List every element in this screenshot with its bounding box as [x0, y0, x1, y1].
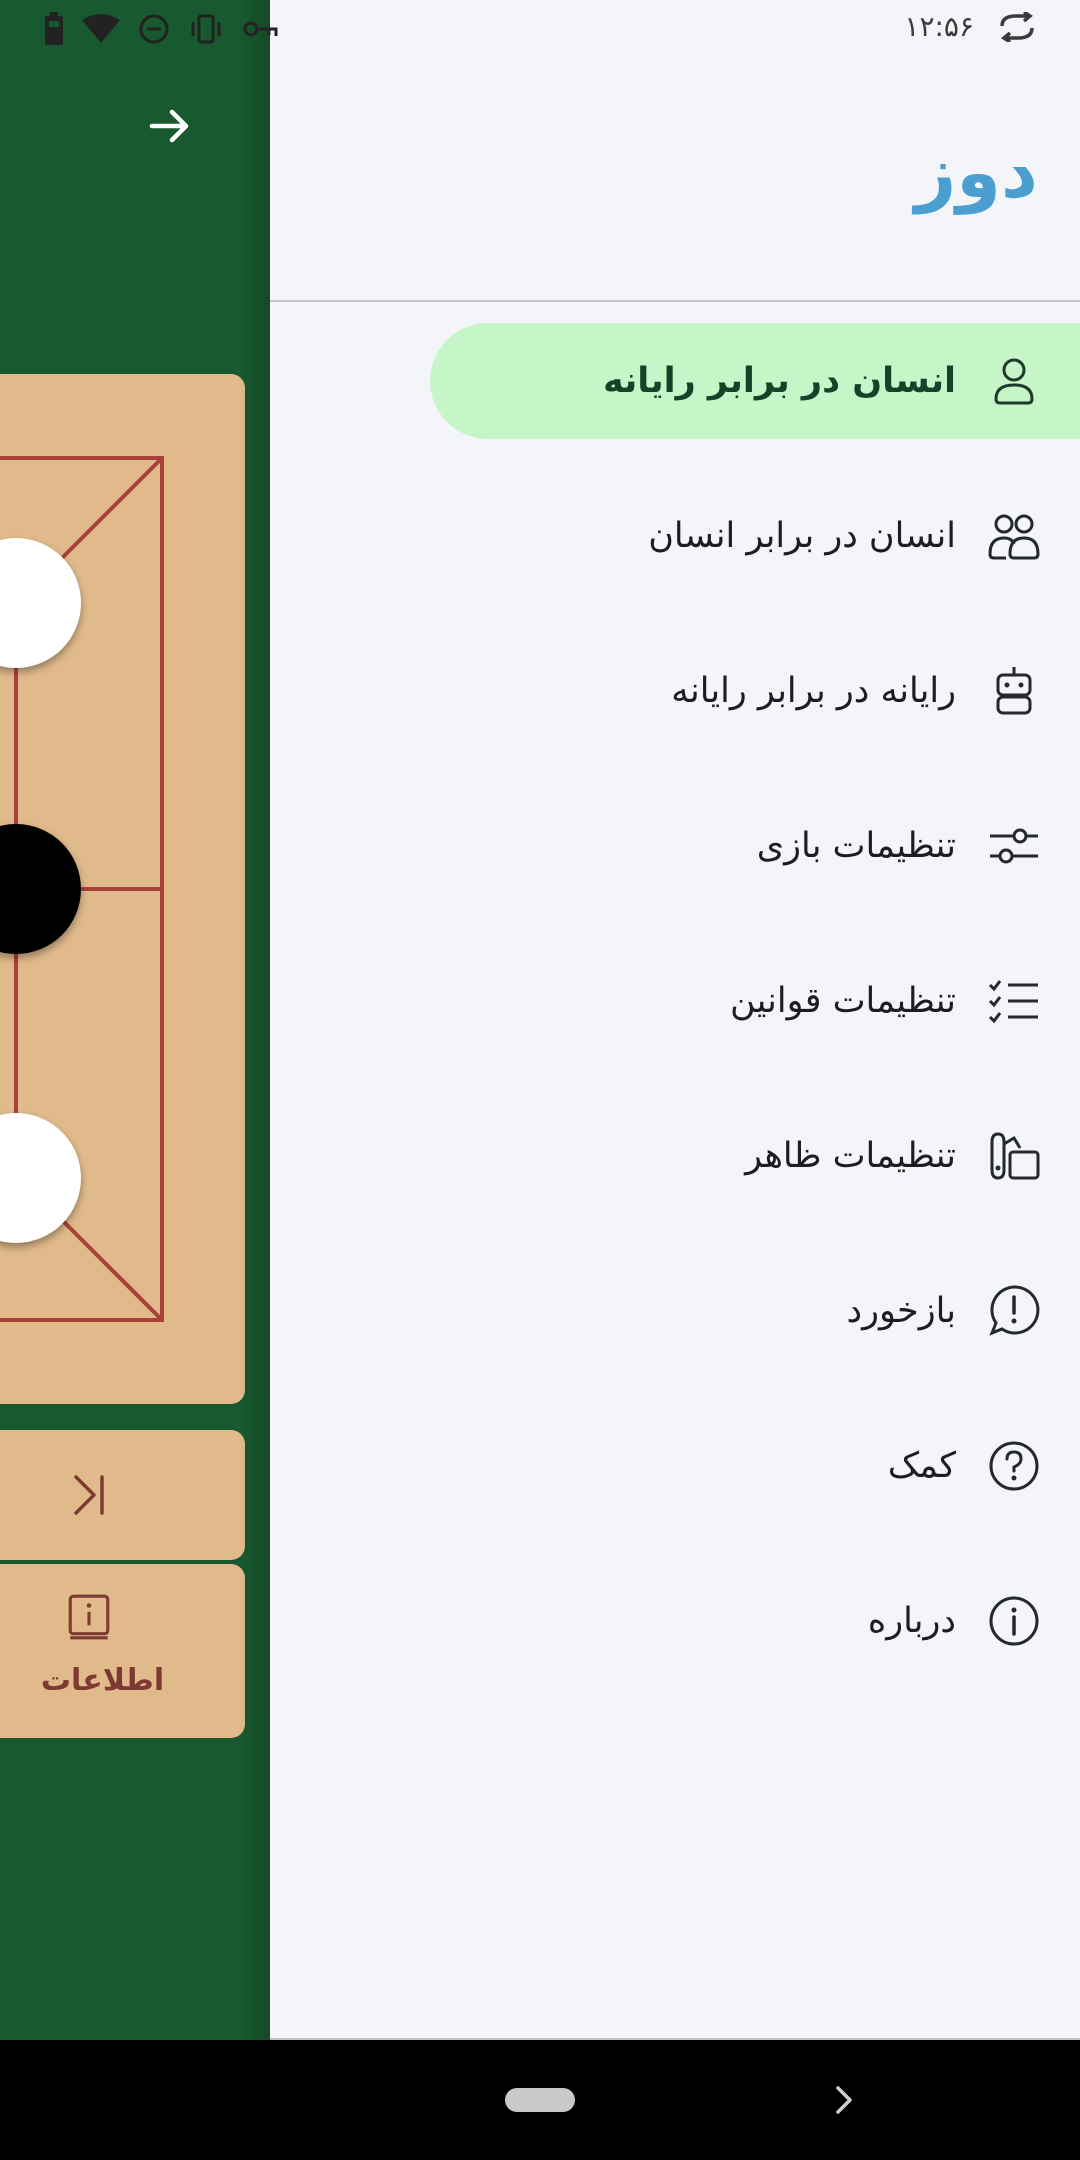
sliders-icon: [990, 828, 1038, 864]
robot-icon: [996, 667, 1032, 715]
vibrate-icon: [191, 14, 221, 44]
menu-item-help[interactable]: کمک: [270, 1408, 1080, 1524]
status-bar: ۱۲:۵۶: [0, 0, 1080, 60]
menu-item-appearance-settings[interactable]: تنظیمات ظاهر: [270, 1098, 1080, 1214]
appearance-icon: [990, 1132, 1040, 1180]
menu-item-label: تنظیمات ظاهر: [745, 1136, 956, 1176]
sync-icon: [1000, 11, 1034, 42]
feedback-icon: [989, 1285, 1040, 1336]
status-right: ۱۲:۵۶: [904, 10, 1036, 43]
info-icon: [989, 1596, 1039, 1646]
menu-item-label: انسان در برابر رایانه: [602, 361, 956, 401]
help-icon: [989, 1441, 1039, 1491]
menu-item-feedback[interactable]: بازخورد: [270, 1253, 1080, 1369]
menu-item-label: رایانه در برابر رایانه: [671, 671, 956, 711]
book-info-icon: [68, 1594, 110, 1640]
wifi-icon: [82, 14, 120, 43]
status-clock: ۱۲:۵۶: [904, 10, 974, 43]
drawer-divider: [270, 300, 1080, 302]
home-pill[interactable]: [505, 2088, 575, 2112]
battery-icon: [45, 12, 63, 45]
menu-item-computer-vs-computer[interactable]: رایانه در برابر رایانه: [270, 633, 1080, 749]
person-icon: [994, 358, 1034, 405]
dnd-icon: [139, 14, 169, 44]
menu-item-label: کمک: [887, 1446, 956, 1486]
skip-to-end-icon[interactable]: [66, 1471, 114, 1519]
vpn-key-icon: [243, 21, 278, 37]
info-panel[interactable]: اطلاعات: [0, 1564, 245, 1738]
menu-item-label: تنظیمات بازی: [756, 826, 956, 866]
app-title: دوز: [914, 130, 1038, 214]
people-icon: [988, 514, 1040, 560]
game-board[interactable]: [0, 374, 245, 1404]
drawer-shadow: [240, 0, 270, 2040]
menu-item-label: انسان در برابر انسان: [648, 516, 956, 556]
menu-item-label: تنظیمات قوانین: [729, 981, 956, 1021]
system-nav-bar: [0, 2040, 1080, 2160]
status-icons: [44, 12, 278, 46]
checklist-icon: [988, 980, 1038, 1024]
back-arrow-icon[interactable]: [146, 102, 194, 150]
chevron-right-icon[interactable]: [830, 2084, 858, 2116]
info-label: اطلاعات: [40, 1663, 165, 1698]
menu-item-human-vs-computer[interactable]: انسان در برابر رایانه: [430, 323, 1080, 439]
menu-item-rules-settings[interactable]: تنظیمات قوانین: [270, 943, 1080, 1059]
menu-item-human-vs-human[interactable]: انسان در برابر انسان: [270, 478, 1080, 594]
menu-item-label: بازخورد: [846, 1291, 956, 1331]
menu-item-game-settings[interactable]: تنظیمات بازی: [270, 788, 1080, 904]
menu-item-label: درباره: [867, 1601, 956, 1641]
menu-item-about[interactable]: درباره: [270, 1563, 1080, 1679]
navigation-drawer: دوز انسان در برابر رایانه انسان در برابر…: [270, 0, 1080, 2040]
skip-to-end-panel[interactable]: [0, 1430, 245, 1560]
